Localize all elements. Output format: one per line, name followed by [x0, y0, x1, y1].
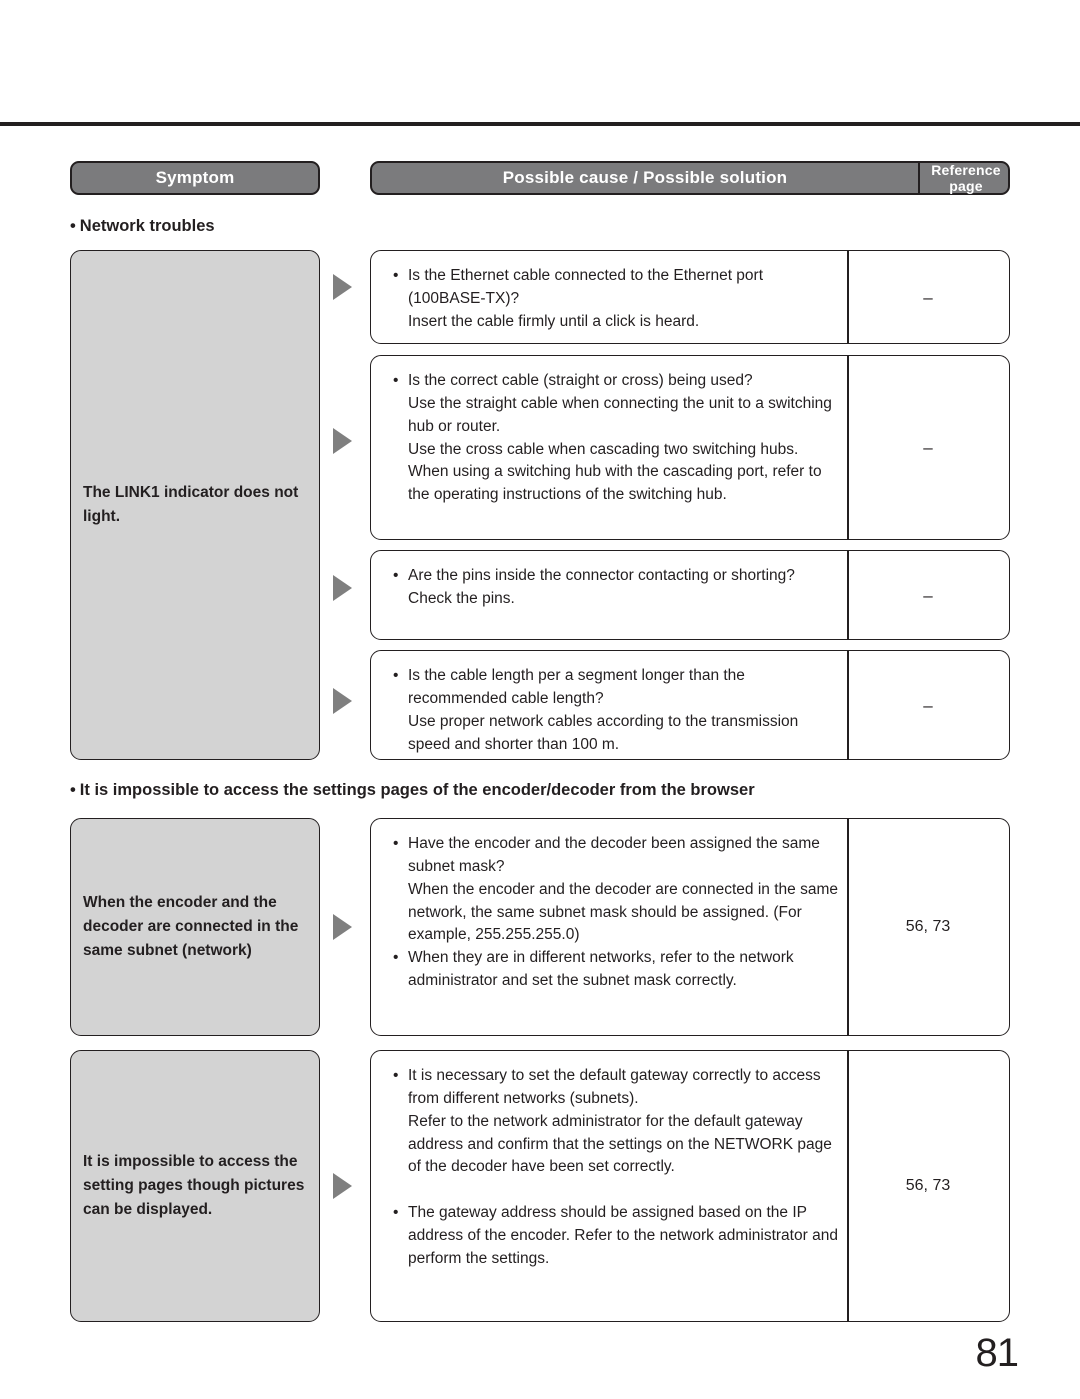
row-arrow-icon	[333, 1173, 352, 1199]
page-top-rule	[0, 122, 1080, 126]
section-heading-text: It is impossible to access the settings …	[79, 781, 755, 799]
symptom-label-same-subnet: When the encoder and the decoder are con…	[83, 894, 299, 959]
reference-value: –	[923, 585, 933, 605]
bullet-icon: •	[393, 835, 399, 852]
bullet-icon: •	[393, 949, 399, 967]
cause-item-text: Is the cable length per a segment longer…	[408, 667, 799, 753]
cause-item-text: Is the correct cable (straight or cross)…	[408, 372, 832, 504]
row-arrow-icon	[333, 688, 352, 714]
cause-box-5: • Have the encoder and the decoder been a…	[370, 818, 1010, 1036]
bullet-icon: •	[393, 567, 399, 584]
manual-page: Symptom Possible cause / Possible soluti…	[0, 0, 1080, 1399]
symptom-box-same-subnet: When the encoder and the decoder are con…	[70, 818, 320, 1036]
section-heading-text: Network troubles	[79, 217, 215, 235]
cause-item-text: Have the encoder and the decoder been as…	[408, 835, 838, 944]
cause-item: • It is necessary to set the default gate…	[393, 1065, 843, 1179]
table-header-row: Symptom Possible cause / Possible soluti…	[70, 161, 1010, 195]
page-number: 81	[975, 1331, 1019, 1375]
row-arrow-icon	[333, 274, 352, 300]
cause-item-text: It is necessary to set the default gatew…	[408, 1067, 832, 1176]
reference-cell-1: –	[847, 251, 1009, 343]
header-reference-label: Reference page	[931, 162, 1001, 194]
header-cause-label: Possible cause / Possible solution	[502, 168, 788, 187]
cause-text-5: • Have the encoder and the decoder been a…	[393, 819, 843, 993]
reference-value: –	[923, 695, 933, 715]
reference-cell-6: 56, 73	[847, 1051, 1009, 1321]
header-symptom-label: Symptom	[155, 168, 235, 187]
cause-text-4: • Is the cable length per a segment longe…	[393, 651, 843, 756]
row-arrow-icon	[333, 575, 352, 601]
section-heading-network-troubles: • Network troubles	[70, 217, 215, 236]
bullet-icon: •	[393, 372, 399, 389]
row-arrow-icon	[333, 914, 352, 940]
cause-box-3: • Are the pins inside the connector conta…	[370, 550, 1010, 640]
reference-value: –	[923, 287, 933, 307]
bullet-icon: •	[393, 667, 399, 684]
cause-item-text: Are the pins inside the connector contac…	[408, 567, 795, 607]
cause-item-text: The gateway address should be assigned b…	[408, 1204, 838, 1268]
cause-item: • The gateway address should be assigned …	[393, 1202, 843, 1271]
cause-item-text: When they are in different networks, ref…	[408, 949, 794, 990]
cause-text-2: • Is the correct cable (straight or cross…	[393, 356, 843, 507]
cause-item: • Is the correct cable (straight or cross…	[393, 370, 843, 507]
reference-cell-5: 56, 73	[847, 819, 1009, 1035]
cause-box-6: • It is necessary to set the default gate…	[370, 1050, 1010, 1322]
cause-box-1: • Is the Ethernet cable connected to the …	[370, 250, 1010, 344]
cause-item: • When they are in different networks, re…	[393, 947, 843, 993]
bullet-icon: •	[393, 267, 399, 284]
cause-item: • Is the cable length per a segment longe…	[393, 665, 843, 756]
header-symptom: Symptom	[70, 161, 320, 195]
cause-text-3: • Are the pins inside the connector conta…	[393, 551, 843, 611]
symptom-label-link1: The LINK1 indicator does not light.	[83, 484, 299, 525]
reference-value: 56, 73	[905, 1177, 951, 1194]
cause-item: • Are the pins inside the connector conta…	[393, 565, 843, 611]
section-bullet-icon: •	[70, 781, 76, 799]
header-cause-reference: Possible cause / Possible solution Refer…	[370, 161, 1010, 195]
cause-text-6: • It is necessary to set the default gate…	[393, 1051, 843, 1271]
symptom-box-setting-pages: It is impossible to access the setting p…	[70, 1050, 320, 1322]
reference-cell-3: –	[847, 551, 1009, 639]
reference-cell-2: –	[847, 356, 1009, 539]
bullet-icon: •	[393, 1067, 399, 1084]
reference-cell-4: –	[847, 651, 1009, 759]
cause-item: • Have the encoder and the decoder been a…	[393, 833, 843, 947]
cause-text-1: • Is the Ethernet cable connected to the …	[393, 251, 843, 334]
symptom-box-link1: The LINK1 indicator does not light.	[70, 250, 320, 760]
cause-box-2: • Is the correct cable (straight or cross…	[370, 355, 1010, 540]
section-heading-browser-access: • It is impossible to access the settings…	[70, 781, 755, 800]
section-bullet-icon: •	[70, 217, 76, 235]
reference-value: 56, 73	[905, 918, 951, 935]
cause-box-4: • Is the cable length per a segment longe…	[370, 650, 1010, 760]
cause-item: • Is the Ethernet cable connected to the …	[393, 265, 843, 334]
cause-item-text: Is the Ethernet cable connected to the E…	[408, 267, 764, 330]
row-arrow-icon	[333, 428, 352, 454]
reference-value: –	[923, 438, 933, 457]
symptom-label-setting-pages: It is impossible to access the setting p…	[83, 1153, 305, 1218]
bullet-icon: •	[393, 1204, 399, 1222]
